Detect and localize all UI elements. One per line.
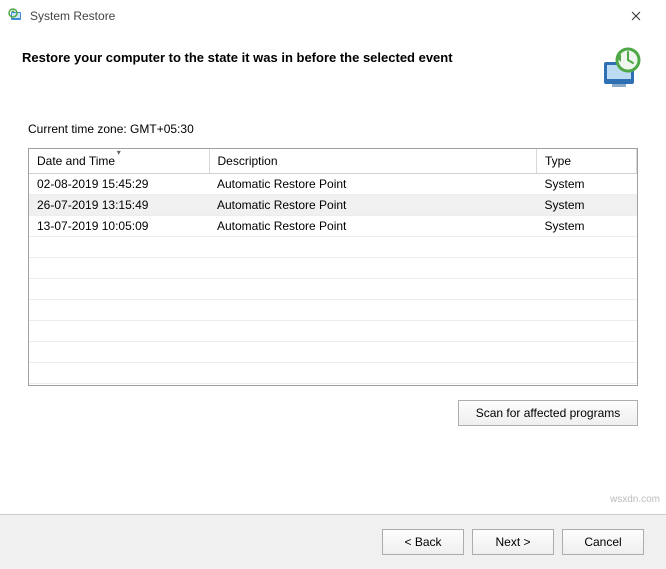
cell-description: Automatic Restore Point <box>209 215 537 236</box>
watermark: wsxdn.com <box>610 494 660 505</box>
table-row <box>29 362 637 383</box>
cell-description: Automatic Restore Point <box>209 173 537 194</box>
table-row <box>29 236 637 257</box>
close-button[interactable] <box>616 8 656 24</box>
system-restore-icon <box>8 8 24 24</box>
window-title: System Restore <box>30 9 616 23</box>
column-date[interactable]: ▾ Date and Time <box>29 149 209 173</box>
timezone-label: Current time zone: GMT+05:30 <box>28 122 638 136</box>
cancel-button[interactable]: Cancel <box>562 529 644 555</box>
table-row <box>29 341 637 362</box>
table-row <box>29 278 637 299</box>
cell-type: System <box>537 194 637 215</box>
cell-date: 13-07-2019 10:05:09 <box>29 215 209 236</box>
cell-description: Automatic Restore Point <box>209 194 537 215</box>
column-description[interactable]: Description <box>209 149 537 173</box>
scan-affected-button[interactable]: Scan for affected programs <box>458 400 638 426</box>
restore-points-table[interactable]: ▾ Date and Time Description Type 02-08-2… <box>28 148 638 386</box>
titlebar: System Restore <box>0 0 666 30</box>
header: Restore your computer to the state it wa… <box>0 30 666 94</box>
restore-hero-icon <box>592 42 644 94</box>
close-icon <box>631 11 641 21</box>
cell-type: System <box>537 173 637 194</box>
next-button[interactable]: Next > <box>472 529 554 555</box>
table-row <box>29 320 637 341</box>
column-type[interactable]: Type <box>537 149 637 173</box>
content-area: Current time zone: GMT+05:30 ▾ Date and … <box>0 94 666 386</box>
wizard-footer: < Back Next > Cancel <box>0 514 666 569</box>
back-button[interactable]: < Back <box>382 529 464 555</box>
scan-row: Scan for affected programs <box>0 386 666 426</box>
sort-indicator-icon: ▾ <box>117 148 121 157</box>
cell-type: System <box>537 215 637 236</box>
cell-date: 26-07-2019 13:15:49 <box>29 194 209 215</box>
cell-date: 02-08-2019 15:45:29 <box>29 173 209 194</box>
page-heading: Restore your computer to the state it wa… <box>22 50 592 65</box>
table-row <box>29 257 637 278</box>
table-row <box>29 299 637 320</box>
table-row[interactable]: 13-07-2019 10:05:09Automatic Restore Poi… <box>29 215 637 236</box>
table-row[interactable]: 02-08-2019 15:45:29Automatic Restore Poi… <box>29 173 637 194</box>
table-row[interactable]: 26-07-2019 13:15:49Automatic Restore Poi… <box>29 194 637 215</box>
